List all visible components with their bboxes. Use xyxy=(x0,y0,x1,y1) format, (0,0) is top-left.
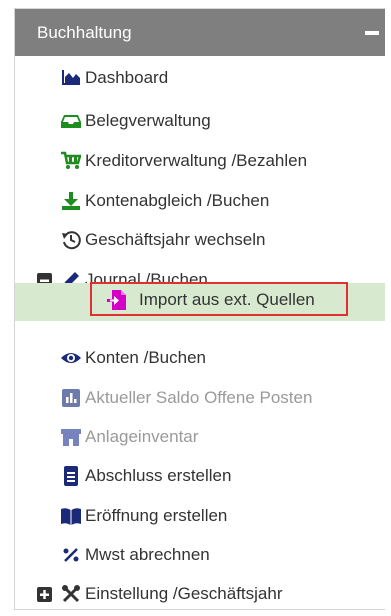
menu-item-label: Belegverwaltung xyxy=(85,111,211,130)
menu-item-label: Abschluss erstellen xyxy=(85,466,232,485)
menu-item-anlageinventar: Anlageinventar xyxy=(15,418,385,456)
bar-chart-icon xyxy=(61,388,81,408)
store-icon xyxy=(61,427,81,447)
download-icon xyxy=(61,191,81,211)
menu-item-label: Geschäftsjahr wechseln xyxy=(85,230,266,249)
menu-item-dashboard[interactable]: Dashboard xyxy=(15,59,385,97)
menu-item-label: Anlageinventar xyxy=(85,427,199,446)
shopping-cart-icon xyxy=(61,151,82,171)
document-icon xyxy=(61,466,81,486)
menu-item-label: Aktueller Saldo Offene Posten xyxy=(85,388,313,407)
eye-icon xyxy=(61,348,81,368)
menu-item-label: Kontenabgleich /Buchen xyxy=(85,191,270,210)
menu-item-mwst[interactable]: Mwst abrechnen xyxy=(15,536,385,574)
inbox-icon xyxy=(61,111,81,131)
menu-item-belegverwaltung[interactable]: Belegverwaltung xyxy=(15,102,385,140)
tools-icon xyxy=(61,584,81,604)
import-file-icon xyxy=(107,290,127,310)
menu-item-abschluss[interactable]: Abschluss erstellen xyxy=(15,457,385,495)
percent-icon xyxy=(61,545,81,565)
menu-item-kreditorverwaltung[interactable]: Kreditorverwaltung /Bezahlen xyxy=(15,142,385,180)
buchhaltung-panel: Buchhaltung Dashboard Belegverwaltung Kr… xyxy=(14,8,385,610)
collapse-icon[interactable] xyxy=(365,31,379,35)
menu-item-konten[interactable]: Konten /Buchen xyxy=(15,339,385,377)
menu-item-eroeffnung[interactable]: Eröffnung erstellen xyxy=(15,497,385,535)
panel-title: Buchhaltung xyxy=(37,22,132,42)
menu-item-label: Import aus ext. Quellen xyxy=(139,290,315,309)
plus-square-icon[interactable] xyxy=(35,584,55,604)
menu-item-label: Konten /Buchen xyxy=(85,348,206,367)
menu-item-import[interactable]: Import aus ext. Quellen xyxy=(15,281,385,319)
history-icon xyxy=(61,230,81,250)
menu-item-label: Einstellung /Geschäftsjahr xyxy=(85,584,283,603)
menu-item-saldo: Aktueller Saldo Offene Posten xyxy=(15,379,385,417)
area-chart-icon xyxy=(61,68,81,88)
menu-item-label: Dashboard xyxy=(85,68,169,87)
menu-item-einstellung[interactable]: Einstellung /Geschäftsjahr xyxy=(15,575,385,613)
book-icon xyxy=(61,506,81,526)
menu-item-geschaeftsjahr-wechseln[interactable]: Geschäftsjahr wechseln xyxy=(15,221,385,259)
panel-header[interactable]: Buchhaltung xyxy=(15,9,385,56)
menu-item-kontenabgleich[interactable]: Kontenabgleich /Buchen xyxy=(15,182,385,220)
menu-item-label: Mwst abrechnen xyxy=(85,545,210,564)
menu-item-label: Kreditorverwaltung /Bezahlen xyxy=(85,151,308,170)
menu-item-label: Eröffnung erstellen xyxy=(85,506,228,525)
